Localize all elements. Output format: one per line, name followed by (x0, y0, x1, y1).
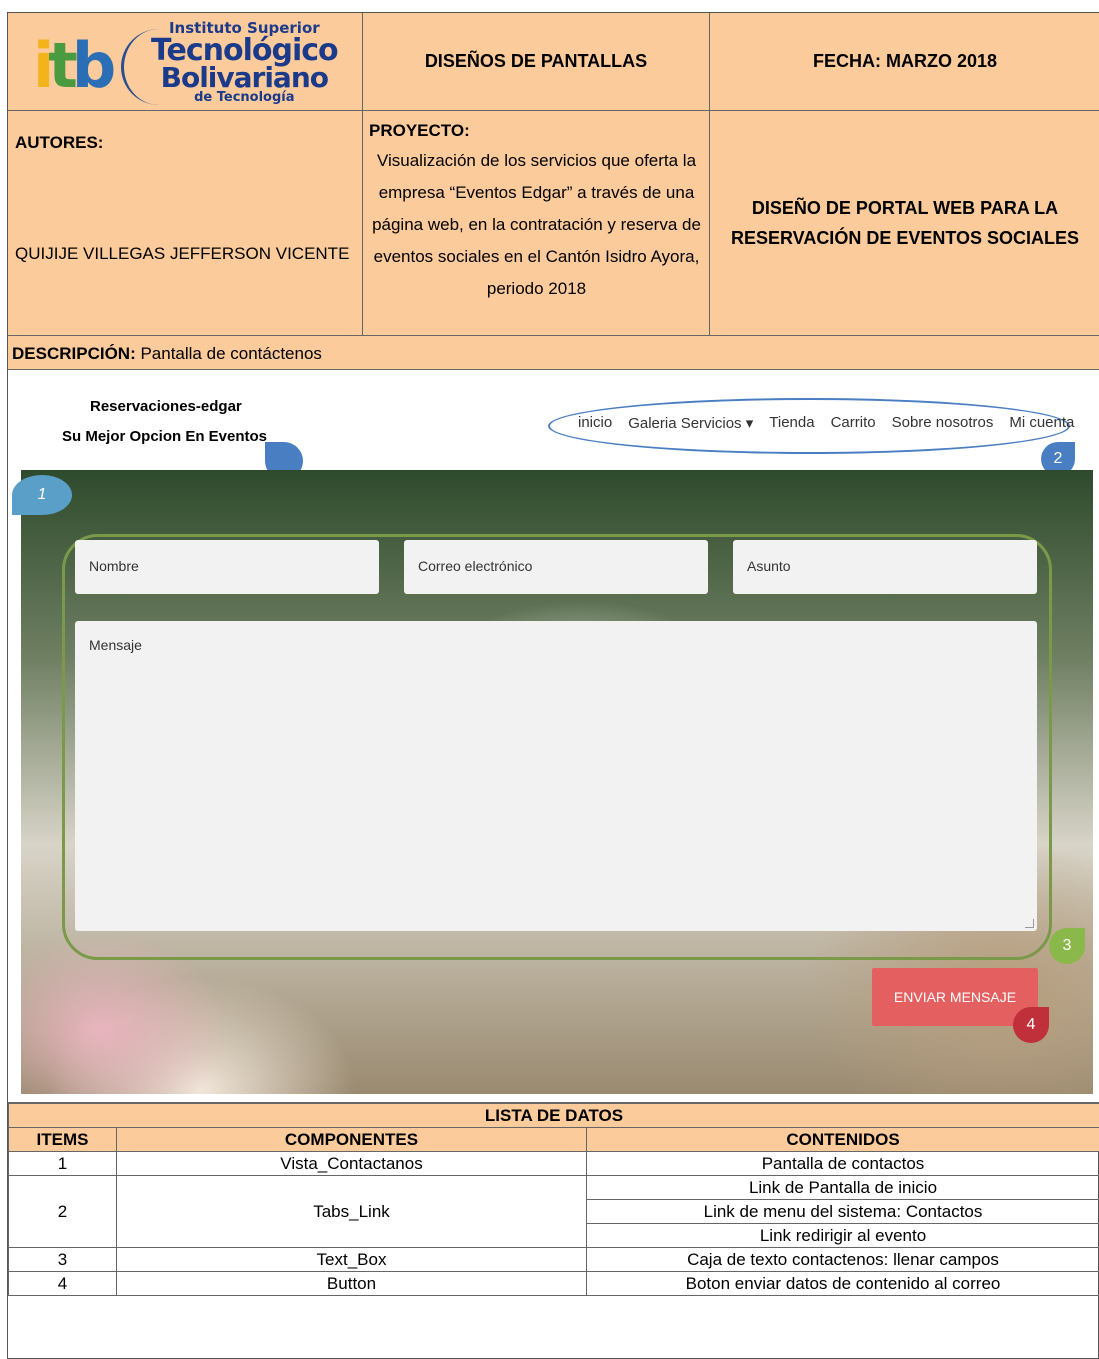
send-message-button[interactable]: ENVIAR MENSAJE (872, 968, 1038, 1026)
resize-handle-icon[interactable] (1025, 919, 1034, 928)
top-nav: inicio Galeria Servicios ▾ Tienda Carrit… (578, 414, 1074, 432)
col-items: ITEMS (8, 1127, 117, 1152)
author-name: QUIJIJE VILLEGAS JEFFERSON VICENTE (15, 244, 350, 263)
row-component: Vista_Contactanos (116, 1151, 587, 1176)
row-content: Link de Pantalla de inicio (586, 1175, 1099, 1200)
row-component: Button (116, 1271, 587, 1296)
description-text: Pantalla de contáctenos (135, 344, 322, 363)
row-content: Caja de texto contactenos: llenar campos (586, 1247, 1099, 1272)
col-componentes: COMPONENTES (116, 1127, 587, 1152)
table-row: 2 Tabs_Link Link de Pantalla de inicio (8, 1175, 1099, 1248)
annotation-marker-3: 3 (1049, 928, 1085, 964)
description-row: DESCRIPCIÓN: Pantalla de contáctenos (8, 336, 1099, 370)
document-title: DISEÑOS DE PANTALLAS (363, 13, 710, 111)
design-title: DISEÑO DE PORTAL WEB PARA LA RESERVACIÓN… (710, 111, 1099, 336)
itb-logo: itb Instituto Superior Tecnológico Boliv… (33, 19, 343, 105)
row-content: Link de menu del sistema: Contactos (586, 1199, 1099, 1224)
col-contenidos: CONTENIDOS (586, 1127, 1099, 1152)
contact-screen-mockup: Reservaciones-edgar Su Mejor Opcion En E… (8, 370, 1099, 1103)
row-item: 3 (8, 1247, 117, 1272)
row-item: 4 (8, 1271, 117, 1296)
mensaje-textarea[interactable]: Mensaje (75, 621, 1037, 931)
nombre-input[interactable]: Nombre (75, 540, 379, 594)
nav-inicio[interactable]: inicio (578, 414, 612, 432)
table-row: 3 Text_Box Caja de texto contactenos: ll… (8, 1247, 1099, 1272)
asunto-input[interactable]: Asunto (733, 540, 1037, 594)
description-label: DESCRIPCIÓN: (12, 344, 136, 363)
row-content: Boton enviar datos de contenido al corre… (586, 1271, 1099, 1296)
brand-title[interactable]: Reservaciones-edgar (90, 398, 242, 415)
row-component: Text_Box (116, 1247, 587, 1272)
authors-label: AUTORES: (15, 133, 104, 152)
logo-mark: itb (33, 29, 116, 102)
project-cell: PROYECTO: Visualización de los servicios… (363, 111, 710, 336)
row-item: 2 (8, 1175, 117, 1248)
row-item: 1 (8, 1151, 117, 1176)
table-row: 1 Vista_Contactanos Pantalla de contacto… (8, 1151, 1099, 1176)
row-component: Tabs_Link (116, 1175, 587, 1248)
project-label: PROYECTO: (369, 121, 470, 140)
data-list-table: LISTA DE DATOS ITEMS COMPONENTES CONTENI… (8, 1103, 1099, 1296)
table-row: 4 Button Boton enviar datos de contenido… (8, 1271, 1099, 1296)
nav-sobre-nosotros[interactable]: Sobre nosotros (892, 414, 994, 432)
row-content: Pantalla de contactos (586, 1151, 1099, 1176)
hero-background-image: Nombre Correo electrónico Asunto Mensaje… (21, 470, 1093, 1094)
nav-tienda[interactable]: Tienda (769, 414, 814, 432)
row-content: Link redirigir al evento (586, 1223, 1099, 1248)
authors-cell: AUTORES: QUIJIJE VILLEGAS JEFFERSON VICE… (8, 111, 363, 336)
annotation-marker-1: 1 (12, 475, 72, 515)
logo-cell: itb Instituto Superior Tecnológico Boliv… (8, 13, 363, 111)
logo-wordmark: Instituto Superior Tecnológico Bolivaria… (151, 19, 339, 105)
nav-galeria-servicios[interactable]: Galeria Servicios ▾ (628, 414, 753, 432)
nav-mi-cuenta[interactable]: Mi cuenta (1009, 414, 1074, 432)
project-description: Visualización de los servicios que ofert… (372, 151, 701, 298)
document-date: FECHA: MARZO 2018 (710, 13, 1099, 111)
design-sheet: itb Instituto Superior Tecnológico Boliv… (7, 12, 1099, 1359)
mensaje-placeholder: Mensaje (89, 637, 142, 653)
brand-subtitle: Su Mejor Opcion En Eventos (62, 428, 268, 445)
table-title: LISTA DE DATOS (8, 1103, 1099, 1128)
correo-input[interactable]: Correo electrónico (404, 540, 708, 594)
annotation-marker-4: 4 (1013, 1007, 1049, 1043)
nav-carrito[interactable]: Carrito (831, 414, 876, 432)
